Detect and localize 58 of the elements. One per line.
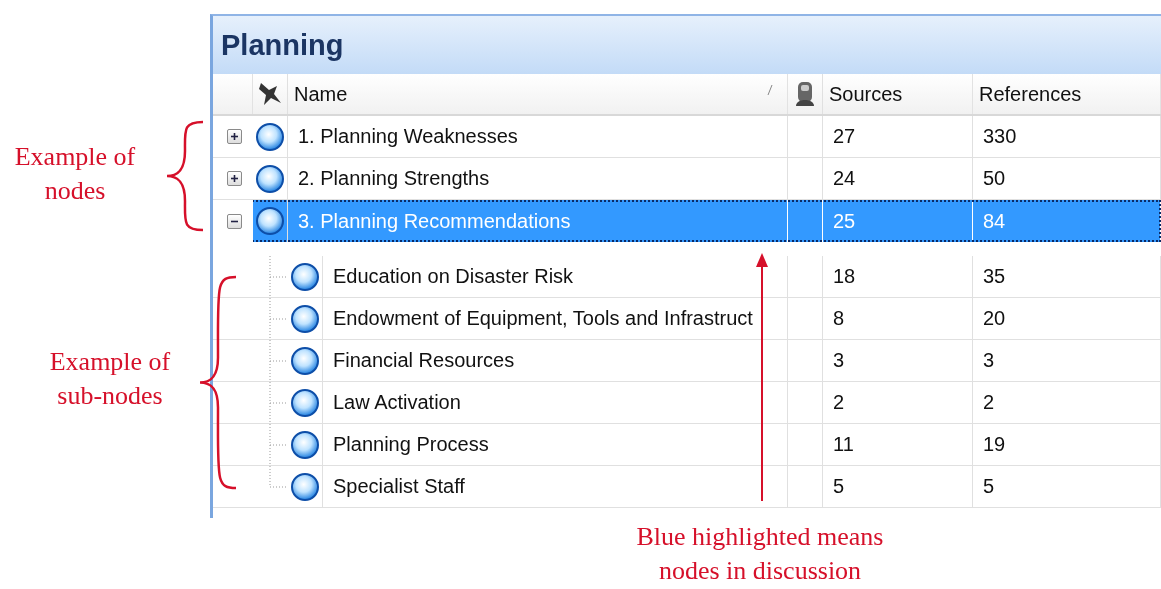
column-header[interactable]: Name bbox=[288, 74, 788, 114]
sources-count: 2 bbox=[823, 382, 973, 423]
node-name: 3. Planning Recommendations bbox=[288, 200, 788, 242]
sub-node-row[interactable]: Planning Process 11 19 bbox=[213, 424, 1161, 466]
sub-node-row[interactable]: Law Activation 2 2 bbox=[213, 382, 1161, 424]
annotation-label: Example of nodes bbox=[13, 141, 137, 207]
references-count: 84 bbox=[973, 200, 1161, 242]
sources-count: 18 bbox=[823, 256, 973, 297]
node-sphere-icon bbox=[290, 261, 320, 292]
references-count: 20 bbox=[973, 298, 1161, 339]
expand-icon[interactable] bbox=[227, 129, 242, 144]
references-count: 3 bbox=[973, 340, 1161, 381]
node-name: 2. Planning Strengths bbox=[288, 158, 788, 199]
sub-node-name: Financial Resources bbox=[323, 340, 788, 381]
references-count: 2 bbox=[973, 382, 1161, 423]
tree-connector-line bbox=[269, 382, 288, 424]
sources-count: 8 bbox=[823, 298, 973, 339]
references-count: 330 bbox=[973, 116, 1161, 157]
sub-node-name: Planning Process bbox=[323, 424, 788, 465]
node-sphere-icon bbox=[290, 387, 320, 418]
node-sphere-icon bbox=[290, 303, 320, 334]
sub-node-row[interactable]: Financial Resources 3 3 bbox=[213, 340, 1161, 382]
references-count: 5 bbox=[973, 466, 1161, 507]
column-header[interactable]: References bbox=[973, 74, 1161, 114]
collapse-icon[interactable] bbox=[227, 213, 242, 229]
expand-icon[interactable] bbox=[227, 171, 242, 186]
tree-connector-line bbox=[269, 298, 288, 340]
node-sphere-icon bbox=[255, 163, 285, 194]
sources-count: 3 bbox=[823, 340, 973, 381]
node-sphere-icon bbox=[255, 206, 285, 236]
references-count: 50 bbox=[973, 158, 1161, 199]
sources-count: 11 bbox=[823, 424, 973, 465]
node-sphere-icon bbox=[290, 345, 320, 376]
sources-count: 27 bbox=[823, 116, 973, 157]
sub-node-row[interactable]: Endowment of Equipment, Tools and Infrastruct 8 20 bbox=[213, 298, 1161, 340]
tree-connector-line bbox=[269, 256, 288, 298]
tree-connector-line bbox=[269, 340, 288, 382]
node-row[interactable]: 1. Planning Weaknesses 27 330 bbox=[213, 116, 1161, 158]
node-sphere-icon bbox=[290, 429, 320, 460]
node-sphere-icon bbox=[290, 471, 320, 502]
references-count: 35 bbox=[973, 256, 1161, 297]
sources-count: 5 bbox=[823, 466, 973, 507]
sub-node-row[interactable]: Specialist Staff 5 5 bbox=[213, 466, 1161, 508]
node-row[interactable]: 2. Planning Strengths 24 50 bbox=[213, 158, 1161, 200]
node-sphere-icon bbox=[255, 121, 285, 152]
sub-node-name: Specialist Staff bbox=[323, 466, 788, 507]
sources-count: 25 bbox=[823, 200, 973, 242]
column-header[interactable]: Sources bbox=[823, 74, 973, 114]
pin-icon[interactable] bbox=[257, 81, 283, 107]
panel-title: Planning bbox=[213, 16, 1161, 74]
sources-count: 24 bbox=[823, 158, 973, 199]
sub-node-name: Endowment of Equipment, Tools and Infrastruct bbox=[323, 298, 788, 339]
sub-node-name: Law Activation bbox=[323, 382, 788, 423]
node-name: 1. Planning Weaknesses bbox=[288, 116, 788, 157]
person-icon[interactable] bbox=[793, 80, 817, 108]
references-count: 19 bbox=[973, 424, 1161, 465]
sub-node-row[interactable]: Education on Disaster Risk 18 35 bbox=[213, 256, 1161, 298]
annotation-label: Example of sub-nodes bbox=[48, 346, 172, 412]
